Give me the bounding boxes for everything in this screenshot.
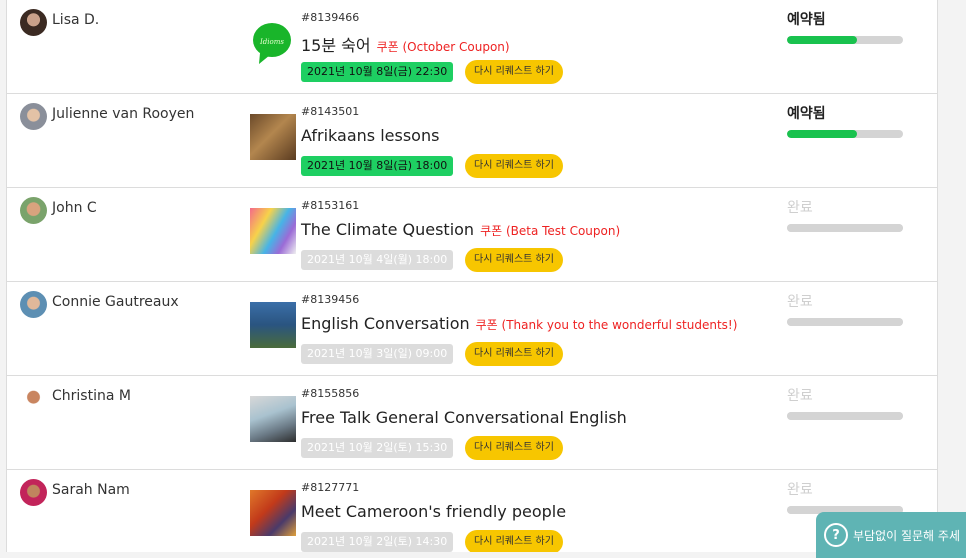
teacher-name[interactable]: John C xyxy=(52,200,97,216)
lesson-row: Sarah Nam #8127771 Meet Cameroon's frien… xyxy=(7,470,937,552)
lesson-title[interactable]: Meet Cameroon's friendly people xyxy=(301,502,566,521)
status-label: 완료 xyxy=(787,482,813,498)
lesson-row: Lisa D. Idioms #8139466 15분 숙어 쿠폰 (Octobe… xyxy=(7,0,937,94)
teacher-name[interactable]: Christina M xyxy=(52,388,131,404)
progress-fill xyxy=(787,318,903,326)
lesson-thumbnail[interactable] xyxy=(250,302,296,348)
lesson-row: Connie Gautreaux #8139456 English Conver… xyxy=(7,282,937,376)
lesson-date: 2021년 10월 8일(금) 18:00 xyxy=(301,156,454,176)
teacher-name[interactable]: Julienne van Rooyen xyxy=(52,106,194,122)
teacher-avatar[interactable] xyxy=(20,479,47,506)
progress-fill xyxy=(787,412,903,420)
coupon-label: 쿠폰 (Beta Test Coupon) xyxy=(480,224,621,238)
teacher-avatar[interactable] xyxy=(20,9,47,36)
help-chat-button[interactable]: ? 부담없이 질문해 주세 xyxy=(816,512,966,558)
rerequest-button[interactable]: 다시 리퀘스트 하기 xyxy=(465,436,563,460)
progress-bar xyxy=(787,130,903,138)
order-id: #8153161 xyxy=(301,199,360,212)
help-label: 부담없이 질문해 주세 xyxy=(853,528,960,543)
lesson-thumbnail[interactable]: Idioms xyxy=(250,20,296,66)
order-id: #8127771 xyxy=(301,481,360,494)
progress-bar xyxy=(787,36,903,44)
lesson-date: 2021년 10월 2일(토) 15:30 xyxy=(301,438,454,458)
order-id: #8143501 xyxy=(301,105,360,118)
status-label: 완료 xyxy=(787,294,813,310)
status-label: 예약됨 xyxy=(787,106,826,122)
teacher-name[interactable]: Connie Gautreaux xyxy=(52,294,179,310)
progress-bar xyxy=(787,318,903,326)
status-label: 완료 xyxy=(787,388,813,404)
status-label: 완료 xyxy=(787,200,813,216)
teacher-name[interactable]: Lisa D. xyxy=(52,12,99,28)
progress-fill xyxy=(787,224,903,232)
order-id: #8139456 xyxy=(301,293,360,306)
lesson-thumbnail[interactable] xyxy=(250,114,296,160)
question-icon: ? xyxy=(824,523,848,547)
rerequest-button[interactable]: 다시 리퀘스트 하기 xyxy=(465,60,563,84)
lesson-row: Christina M #8155856 Free Talk General C… xyxy=(7,376,937,470)
coupon-label: 쿠폰 (October Coupon) xyxy=(376,40,510,54)
progress-bar xyxy=(787,224,903,232)
lesson-title[interactable]: English Conversation 쿠폰 (Thank you to the… xyxy=(301,314,737,333)
status-label: 예약됨 xyxy=(787,12,826,28)
teacher-avatar[interactable] xyxy=(20,385,47,412)
lesson-date: 2021년 10월 4일(월) 18:00 xyxy=(301,250,454,270)
lesson-thumbnail[interactable] xyxy=(250,490,296,536)
svg-text:Idioms: Idioms xyxy=(259,38,284,46)
teacher-avatar[interactable] xyxy=(20,103,47,130)
progress-fill xyxy=(787,130,857,138)
lesson-thumbnail[interactable] xyxy=(250,208,296,254)
lesson-date: 2021년 10월 8일(금) 22:30 xyxy=(301,62,454,82)
rerequest-button[interactable]: 다시 리퀘스트 하기 xyxy=(465,530,563,552)
lesson-title[interactable]: Afrikaans lessons xyxy=(301,126,439,145)
order-id: #8139466 xyxy=(301,11,360,24)
progress-bar xyxy=(787,412,903,420)
rerequest-button[interactable]: 다시 리퀘스트 하기 xyxy=(465,154,563,178)
lesson-list: Lisa D. Idioms #8139466 15분 숙어 쿠폰 (Octobe… xyxy=(6,0,938,552)
lesson-date: 2021년 10월 3일(일) 09:00 xyxy=(301,344,454,364)
rerequest-button[interactable]: 다시 리퀘스트 하기 xyxy=(465,342,563,366)
teacher-name[interactable]: Sarah Nam xyxy=(52,482,130,498)
lesson-title[interactable]: The Climate Question 쿠폰 (Beta Test Coupon… xyxy=(301,220,620,239)
progress-fill xyxy=(787,36,857,44)
teacher-avatar[interactable] xyxy=(20,197,47,224)
teacher-avatar[interactable] xyxy=(20,291,47,318)
lesson-row: Julienne van Rooyen #8143501 Afrikaans l… xyxy=(7,94,937,188)
lesson-title[interactable]: 15분 숙어 쿠폰 (October Coupon) xyxy=(301,32,510,56)
order-id: #8155856 xyxy=(301,387,360,400)
lesson-row: John C #8153161 The Climate Question 쿠폰 (… xyxy=(7,188,937,282)
rerequest-button[interactable]: 다시 리퀘스트 하기 xyxy=(465,248,563,272)
lesson-date: 2021년 10월 2일(토) 14:30 xyxy=(301,532,454,552)
coupon-label: 쿠폰 (Thank you to the wonderful students!… xyxy=(475,318,738,332)
lesson-title[interactable]: Free Talk General Conversational English xyxy=(301,408,627,427)
lesson-thumbnail[interactable] xyxy=(250,396,296,442)
